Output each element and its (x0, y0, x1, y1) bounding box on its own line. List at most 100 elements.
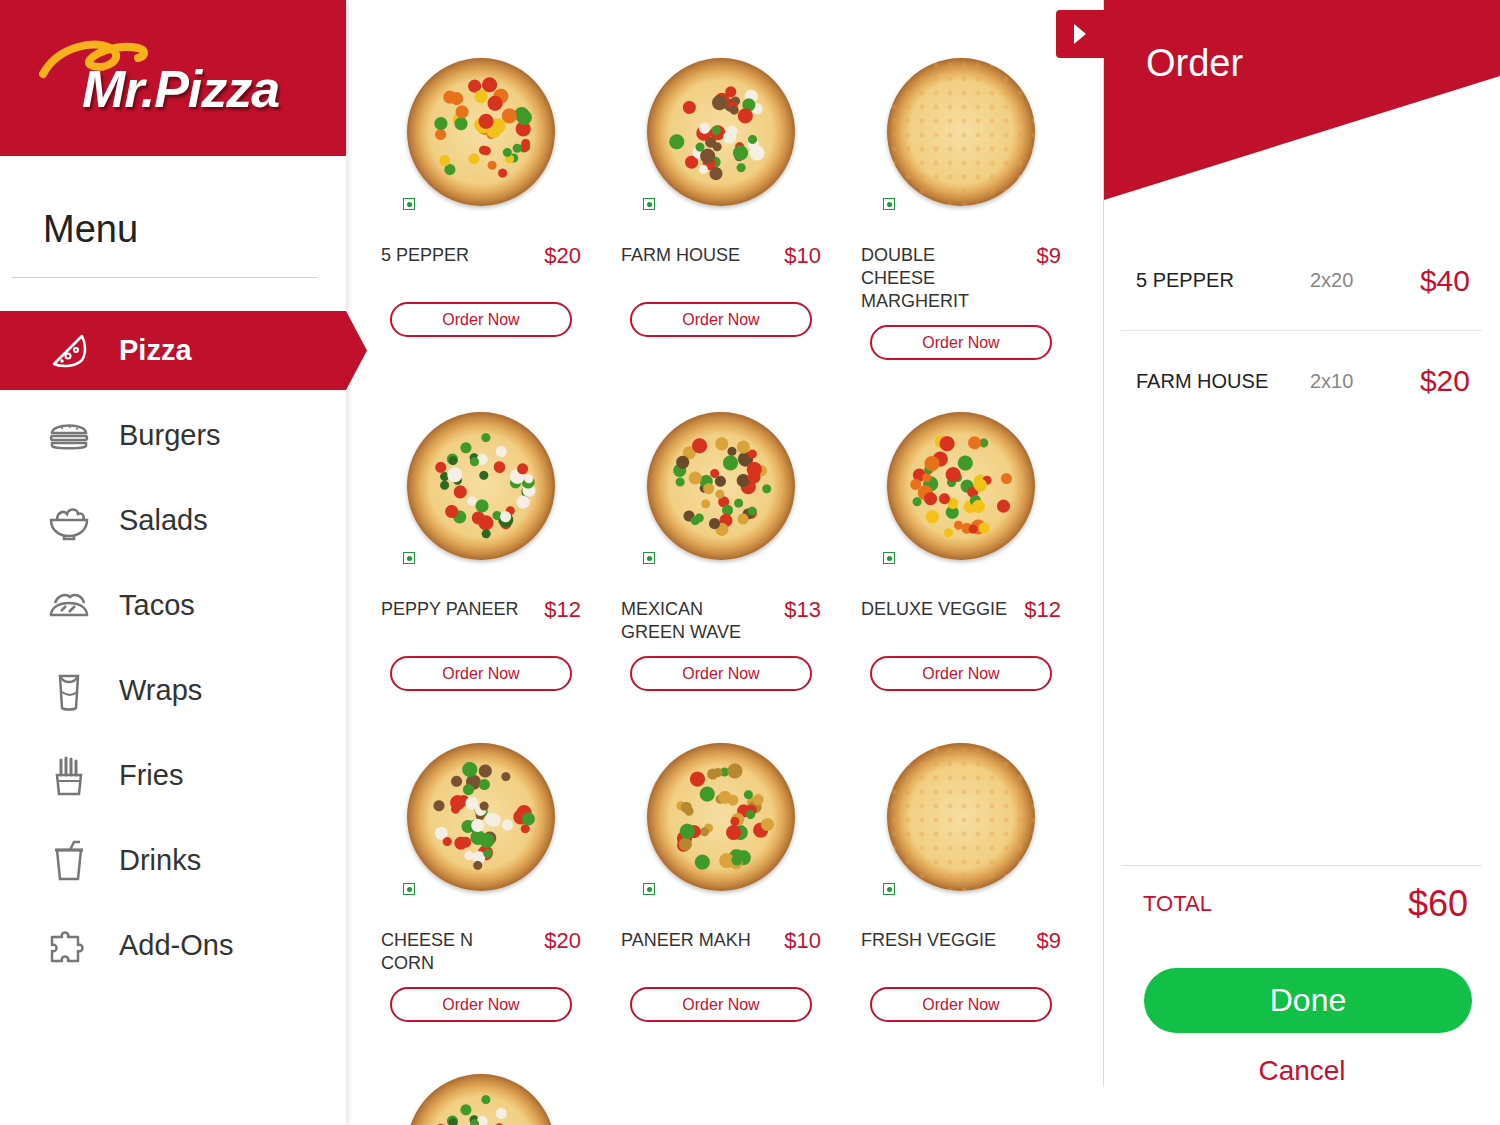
order-total: TOTAL$60 (1121, 865, 1482, 932)
order-now-button[interactable]: Order Now (390, 987, 572, 1022)
menu-label: Tacos (119, 589, 195, 622)
menu-label: Fries (119, 759, 183, 792)
order-now-button[interactable]: Order Now (630, 656, 812, 691)
arrow-right-icon (1072, 22, 1088, 46)
order-now-button[interactable]: Order Now (390, 656, 572, 691)
order-now-button[interactable]: Order Now (630, 302, 812, 337)
order-item-name: 5 PEPPER (1136, 269, 1310, 292)
veg-icon (403, 552, 415, 564)
product-info: FARM HOUSE$10 (621, 244, 821, 290)
pizza-image[interactable] (887, 743, 1035, 891)
menu-label: Add-Ons (119, 929, 233, 962)
product-info: PEPPY PANEER$12 (381, 598, 581, 644)
product-price: $9 (1037, 244, 1061, 267)
menu-item[interactable]: Salads (0, 481, 346, 560)
product-card: 5 PEPPER $20 Order Now (361, 58, 601, 360)
done-button[interactable]: Done (1144, 968, 1472, 1033)
product-image-wrap (861, 58, 1061, 208)
pizza-image[interactable] (887, 58, 1035, 206)
product-name: PANEER MAKH (621, 929, 751, 952)
veg-dot (887, 887, 892, 892)
menu-item[interactable]: Tacos (0, 566, 346, 645)
product-card (361, 1074, 601, 1125)
order-now-button[interactable]: Order Now (870, 656, 1052, 691)
product-info: 5 PEPPER $20 (381, 244, 581, 290)
cancel-button[interactable]: Cancel (1104, 1055, 1500, 1087)
order-now-button[interactable]: Order Now (870, 325, 1052, 360)
product-card: PANEER MAKH$10 Order Now (601, 743, 841, 1022)
product-card: DELUXE VEGGIE$12 Order Now (841, 412, 1081, 691)
product-grid: 5 PEPPER $20 Order Now FARM HOUSE$10 Order N… (361, 58, 1063, 1125)
product-image-wrap (381, 743, 581, 893)
fries-icon (48, 755, 90, 797)
product-price: $12 (1024, 598, 1061, 621)
logo[interactable]: Mr.Pizza (0, 0, 346, 156)
menu-item[interactable]: Pizza (0, 311, 346, 390)
veg-icon (403, 198, 415, 210)
order-item[interactable]: 5 PEPPER2x20$40 (1121, 231, 1482, 331)
pizza-image[interactable] (407, 1074, 555, 1125)
menu-item[interactable]: Drinks (0, 821, 346, 900)
menu-label: Drinks (119, 844, 201, 877)
puzzle-icon (48, 925, 90, 967)
product-name: 5 PEPPER (381, 244, 469, 267)
product-price: $20 (544, 929, 581, 952)
order-item-qty: 2x20 (1310, 269, 1400, 292)
product-image-wrap (861, 743, 1061, 893)
product-area: 5 PEPPER $20 Order Now FARM HOUSE$10 Order N… (346, 0, 1103, 1125)
salad-icon (48, 500, 90, 542)
menu-label: Burgers (119, 419, 221, 452)
total-value: $60 (1408, 883, 1468, 925)
order-items: 5 PEPPER2x20$40FARM HOUSE2x10$20 (1104, 200, 1500, 865)
menu-item[interactable]: Burgers (0, 396, 346, 475)
collapse-toggle[interactable] (1056, 10, 1104, 58)
veg-icon (403, 883, 415, 895)
order-title: Order (1146, 42, 1500, 85)
menu-list: Pizza Burgers Salads Tacos Wraps Fries Drinks A… (0, 311, 346, 991)
menu-item[interactable]: Add-Ons (0, 906, 346, 985)
menu-item[interactable]: Wraps (0, 651, 346, 730)
burger-icon (48, 415, 90, 457)
menu-label: Salads (119, 504, 208, 537)
veg-icon (883, 883, 895, 895)
product-price: $20 (544, 244, 581, 267)
order-now-button[interactable]: Order Now (870, 987, 1052, 1022)
menu-label: Pizza (119, 334, 192, 367)
veg-icon (643, 198, 655, 210)
product-card: FARM HOUSE$10 Order Now (601, 58, 841, 360)
menu-title: Menu (0, 156, 346, 277)
product-name: FRESH VEGGIE (861, 929, 996, 952)
pizza-image[interactable] (647, 412, 795, 560)
menu-item[interactable]: Fries (0, 736, 346, 815)
pizza-image[interactable] (407, 412, 555, 560)
veg-icon (883, 552, 895, 564)
product-name: DOUBLE CHEESE MARGHERIT (861, 244, 1011, 313)
product-info: DELUXE VEGGIE$12 (861, 598, 1061, 644)
drink-icon (48, 840, 90, 882)
product-price: $9 (1037, 929, 1061, 952)
pizza-image[interactable] (647, 743, 795, 891)
product-card: PEPPY PANEER$12 Order Now (361, 412, 601, 691)
taco-icon (48, 585, 90, 627)
veg-dot (647, 887, 652, 892)
wrap-icon (48, 670, 90, 712)
pizza-image[interactable] (407, 743, 555, 891)
veg-dot (407, 556, 412, 561)
menu-divider (12, 277, 317, 278)
order-now-button[interactable]: Order Now (390, 302, 572, 337)
order-item[interactable]: FARM HOUSE2x10$20 (1121, 331, 1482, 431)
product-image-wrap (621, 58, 821, 208)
product-image-wrap (861, 412, 1061, 562)
order-now-button[interactable]: Order Now (630, 987, 812, 1022)
pizza-image[interactable] (887, 412, 1035, 560)
product-image-wrap (381, 412, 581, 562)
veg-dot (407, 202, 412, 207)
veg-dot (887, 556, 892, 561)
product-image-wrap (381, 1074, 581, 1125)
product-price: $13 (784, 598, 821, 621)
product-info: MEXICAN GREEN WAVE$13 (621, 598, 821, 644)
pizza-image[interactable] (407, 58, 555, 206)
veg-icon (883, 198, 895, 210)
pizza-image[interactable] (647, 58, 795, 206)
product-info: PANEER MAKH$10 (621, 929, 821, 975)
